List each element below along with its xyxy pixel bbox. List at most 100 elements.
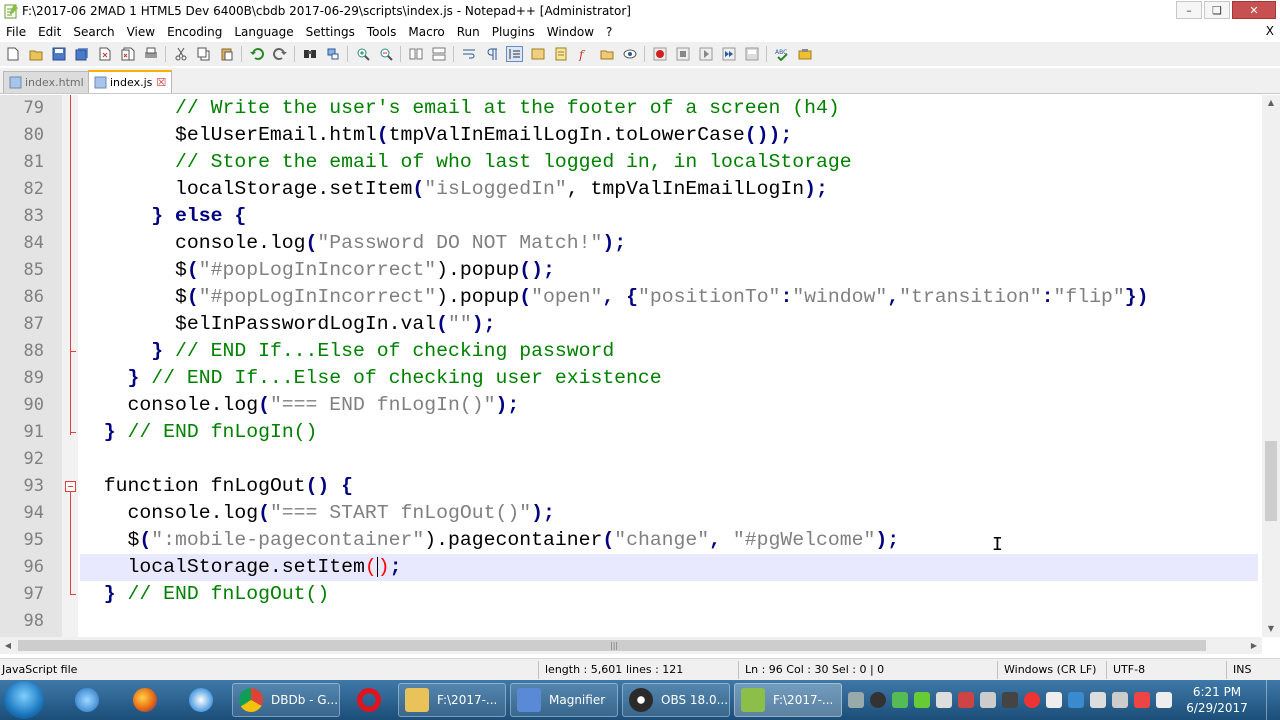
redo-icon[interactable] (271, 46, 288, 62)
tray-app-icon[interactable] (1068, 692, 1084, 708)
open-file-icon[interactable] (27, 46, 44, 62)
tray-app-icon[interactable] (1046, 692, 1062, 708)
indent-guide-icon[interactable] (506, 46, 523, 62)
menu-encoding[interactable]: Encoding (161, 25, 228, 39)
menu-file[interactable]: File (0, 25, 32, 39)
firefox-icon[interactable] (124, 683, 166, 717)
code-text: console.log("=== END fnLogIn()"); (127, 394, 520, 416)
zoom-out-icon[interactable] (377, 46, 394, 62)
opera-icon[interactable] (348, 683, 390, 717)
scroll-down-icon[interactable]: ▼ (1262, 621, 1280, 637)
scroll-right-icon[interactable]: ▶ (1246, 637, 1262, 654)
word-wrap-icon[interactable] (460, 46, 477, 62)
tab-index-js[interactable]: index.js ☒ (88, 70, 173, 93)
minimize-button[interactable]: – (1176, 1, 1202, 19)
tab-close-icon[interactable]: ☒ (156, 76, 166, 89)
line-number: 91 (23, 422, 44, 442)
menu-language[interactable]: Language (228, 25, 299, 39)
record-macro-icon[interactable] (651, 46, 668, 62)
menu-settings[interactable]: Settings (300, 25, 361, 39)
sync-vertical-icon[interactable] (407, 46, 424, 62)
undo-icon[interactable] (248, 46, 265, 62)
show-all-characters-icon[interactable] (483, 46, 500, 62)
tray-network-icon[interactable] (1156, 692, 1172, 708)
play-macro-icon[interactable] (697, 46, 714, 62)
cut-icon[interactable] (172, 46, 189, 62)
tray-obs-icon[interactable] (870, 692, 886, 708)
vertical-scroll-thumb[interactable] (1265, 441, 1277, 521)
spell-check-icon[interactable]: ABC (773, 46, 790, 62)
menu-search[interactable]: Search (67, 25, 120, 39)
function-list-icon[interactable]: f (575, 46, 592, 62)
save-all-icon[interactable] (73, 46, 90, 62)
safari-icon[interactable] (180, 683, 222, 717)
tray-opera-icon[interactable] (1024, 692, 1040, 708)
menu-tools[interactable]: Tools (361, 25, 403, 39)
find-icon[interactable] (301, 46, 318, 62)
status-insert-mode[interactable]: INS (1233, 663, 1251, 676)
horizontal-scrollbar[interactable]: ◀ ||| ▶ (0, 637, 1262, 654)
tray-app-icon[interactable] (1134, 692, 1150, 708)
scroll-left-icon[interactable]: ◀ (0, 637, 16, 654)
taskbar-app-chrome[interactable]: DBDb - G... (232, 683, 340, 717)
toolbar-separator (165, 46, 166, 62)
stop-macro-icon[interactable] (674, 46, 691, 62)
menu-view[interactable]: View (121, 25, 161, 39)
print-icon[interactable] (142, 46, 159, 62)
taskbar-app-magnifier[interactable]: Magnifier (510, 683, 618, 717)
vertical-scrollbar[interactable]: ▲ ▼ (1262, 95, 1280, 637)
save-icon[interactable] (50, 46, 67, 62)
folder-workspace-icon[interactable] (598, 46, 615, 62)
paste-icon[interactable] (218, 46, 235, 62)
code-line: 91 } // END fnLogIn() (0, 419, 1262, 446)
show-desktop-button[interactable] (1266, 680, 1280, 720)
tray-app-icon[interactable] (1002, 692, 1018, 708)
sync-horizontal-icon[interactable] (430, 46, 447, 62)
menu-window[interactable]: Window (541, 25, 600, 39)
taskbar-clock[interactable]: 6:21 PM 6/29/2017 (1184, 684, 1250, 716)
scroll-up-icon[interactable]: ▲ (1262, 95, 1280, 111)
plugin-icon[interactable] (796, 46, 813, 62)
tray-flag-icon[interactable] (936, 692, 952, 708)
close-all-icon[interactable] (119, 46, 136, 62)
menu-run[interactable]: Run (451, 25, 486, 39)
user-language-icon[interactable] (529, 46, 546, 62)
start-button-icon[interactable] (4, 681, 44, 719)
code-text: $("#popLogInIncorrect").popup("open", {"… (174, 286, 1149, 308)
tray-app-icon[interactable] (1090, 692, 1106, 708)
menu-help[interactable]: ? (600, 25, 618, 39)
tray-app-icon[interactable] (848, 692, 864, 708)
new-file-icon[interactable] (4, 46, 21, 62)
monitoring-icon[interactable] (621, 46, 638, 62)
taskbar-app-obs[interactable]: OBS 18.0... (622, 683, 730, 717)
copy-icon[interactable] (195, 46, 212, 62)
code-editor[interactable]: 79 // Write the user's email at the foot… (0, 95, 1262, 637)
run-macro-multiple-icon[interactable] (720, 46, 737, 62)
menu-macro[interactable]: Macro (402, 25, 450, 39)
tray-volume-icon[interactable] (980, 692, 996, 708)
status-eol[interactable]: Windows (CR LF) (1004, 663, 1096, 676)
code-text: $elInPasswordLogIn.val(""); (174, 313, 496, 335)
taskbar-app-notepad-plus-plus[interactable]: F:\2017-... (734, 683, 842, 717)
internet-explorer-icon[interactable] (66, 683, 108, 717)
tray-app-icon[interactable] (958, 692, 974, 708)
tray-app-icon[interactable] (1112, 692, 1128, 708)
line-number: 80 (23, 125, 44, 145)
zoom-in-icon[interactable] (354, 46, 371, 62)
title-bar: F:\2017-06 2MAD 1 HTML5 Dev 6400B\cbdb 2… (0, 0, 1280, 22)
taskbar-app-explorer[interactable]: F:\2017-... (398, 683, 506, 717)
maximize-button[interactable]: ❏ (1204, 1, 1230, 19)
replace-icon[interactable] (324, 46, 341, 62)
status-encoding[interactable]: UTF-8 (1113, 663, 1145, 676)
notepad-plus-plus-icon (741, 688, 765, 712)
menu-plugins[interactable]: Plugins (486, 25, 541, 39)
taskbar-app-label: OBS 18.0... (661, 693, 729, 707)
document-map-icon[interactable] (552, 46, 569, 62)
close-button[interactable]: ✕ (1232, 1, 1276, 19)
close-file-icon[interactable] (96, 46, 113, 62)
tray-app-icon[interactable] (914, 692, 930, 708)
tray-app-icon[interactable] (892, 692, 908, 708)
close-document-button[interactable]: X (1266, 24, 1274, 38)
save-macro-icon[interactable] (743, 46, 760, 62)
menu-edit[interactable]: Edit (32, 25, 67, 39)
